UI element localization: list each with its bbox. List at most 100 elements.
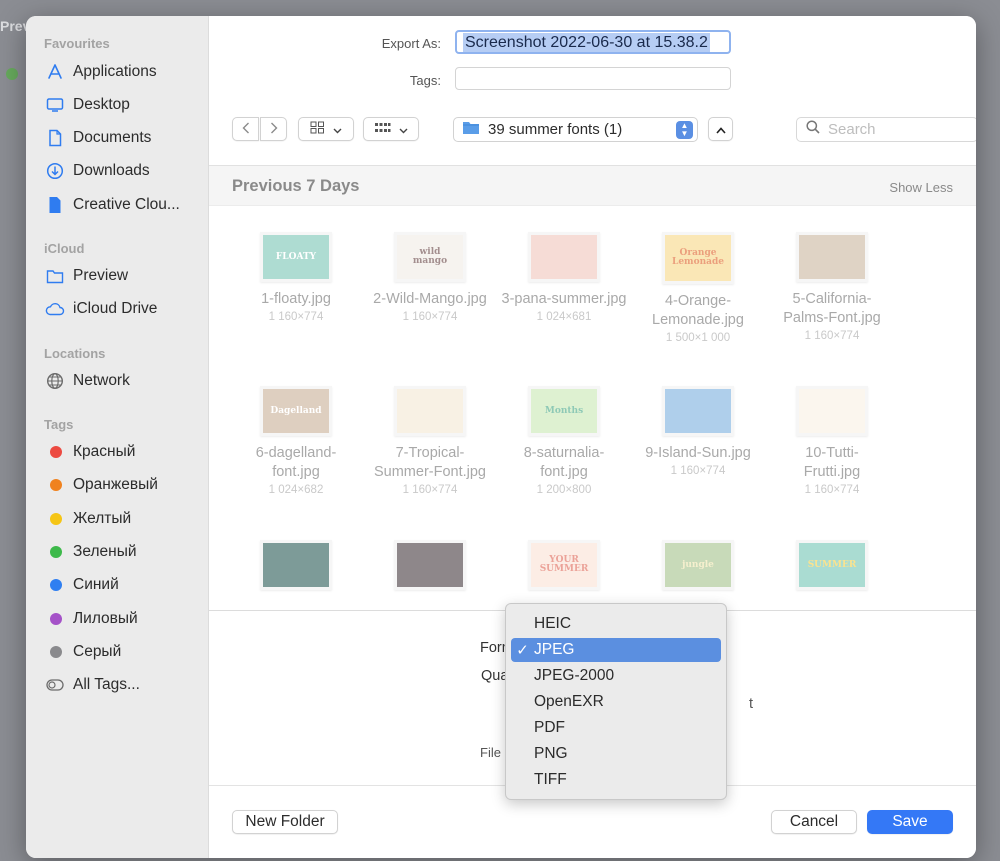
file-name: 9-Island-Sun.jpg xyxy=(645,445,751,461)
file-thumbnail: Orange Lemonade xyxy=(662,232,734,284)
sidebar-tag-blue[interactable]: Синий xyxy=(44,573,119,597)
checkmark-icon: ✓ xyxy=(516,642,529,659)
file-item[interactable]: Orange Lemonade 4-Orange- Lemonade.jpg 1 50… xyxy=(631,232,765,346)
back-button[interactable] xyxy=(232,117,259,141)
file-dimensions: 1 200×800 xyxy=(536,484,592,496)
forward-button[interactable] xyxy=(260,117,287,141)
location-popup[interactable]: 39 summer fonts (1) ▲ ▼ xyxy=(453,117,698,142)
format-option-pdf[interactable]: PDF xyxy=(511,716,721,740)
sidebar-item-label: Зеленый xyxy=(73,543,137,560)
hidden-partial-text: t xyxy=(749,696,754,712)
tag-color-dot xyxy=(50,446,62,458)
new-folder-button[interactable]: New Folder xyxy=(232,810,338,834)
sidebar-tag-yellow[interactable]: Желтый xyxy=(44,507,131,531)
sidebar-item-label: Лиловый xyxy=(73,610,138,627)
sidebar-heading-icloud: iCloud xyxy=(44,241,85,256)
sidebar-item-network[interactable]: Network xyxy=(44,369,130,393)
applications-icon xyxy=(44,61,66,83)
file-item[interactable]: FLOATY 1-floaty.jpg 1 160×774 xyxy=(229,232,363,325)
sidebar-item-preview[interactable]: Preview xyxy=(44,264,128,288)
globe-icon xyxy=(44,370,66,392)
format-option-jpeg-2000[interactable]: JPEG-2000 xyxy=(511,664,721,688)
folder-icon xyxy=(44,265,66,287)
sidebar-item-desktop[interactable]: Desktop xyxy=(44,93,130,117)
sidebar-item-all-tags[interactable]: All Tags... xyxy=(44,673,140,697)
sidebar-item-applications[interactable]: Applications xyxy=(44,60,157,84)
cancel-button[interactable]: Cancel xyxy=(771,810,857,834)
sidebar-tag-green[interactable]: Зеленый xyxy=(44,540,137,564)
file-thumbnail: jungle xyxy=(662,540,734,590)
sidebar-item-creative-cloud[interactable]: Creative Clou... xyxy=(44,193,180,217)
sidebar-tag-purple[interactable]: Лиловый xyxy=(44,607,138,631)
show-less-button[interactable]: Show Less xyxy=(889,180,953,195)
sidebar-item-documents[interactable]: Documents xyxy=(44,126,151,150)
sidebar-heading-tags: Tags xyxy=(44,417,74,432)
sidebar-item-icloud-drive[interactable]: iCloud Drive xyxy=(44,297,157,321)
file-item[interactable]: 10-Tutti- Frutti.jpg 1 160×774 xyxy=(765,386,899,498)
file-item[interactable]: YOUR SUMMER xyxy=(497,540,631,598)
tag-color-dot xyxy=(50,613,62,625)
file-item[interactable]: Dagelland 6-dagelland-font.jpg 1 024×682 xyxy=(229,386,363,498)
background-status-dot xyxy=(6,68,18,80)
chevron-right-icon xyxy=(270,122,278,137)
file-name: 5-California- Palms-Font.jpg xyxy=(783,291,881,326)
sidebar-item-label: Оранжевый xyxy=(73,476,158,493)
file-dimensions: 1 160×774 xyxy=(268,311,324,323)
menu-item-label: PDF xyxy=(534,719,565,736)
format-option-jpeg[interactable]: ✓ JPEG xyxy=(511,638,721,662)
tags-field[interactable] xyxy=(455,67,731,90)
file-thumbnail xyxy=(394,540,466,590)
format-option-tiff[interactable]: TIFF xyxy=(511,768,721,792)
thumbnail-caption: Months xyxy=(544,405,584,416)
file-item[interactable]: Months 8-saturnalia-font.jpg 1 200×800 xyxy=(497,386,631,498)
collapse-button[interactable] xyxy=(708,117,733,141)
file-item[interactable]: 9-Island-Sun.jpg 1 160×774 xyxy=(631,386,765,479)
search-field[interactable]: Search xyxy=(796,117,976,142)
group-by-button[interactable] xyxy=(363,117,419,141)
file-item[interactable] xyxy=(363,540,497,598)
file-item[interactable]: 5-California- Palms-Font.jpg 1 160×774 xyxy=(765,232,899,344)
sidebar-item-downloads[interactable]: Downloads xyxy=(44,159,150,183)
format-option-png[interactable]: PNG xyxy=(511,742,721,766)
tag-color-dot xyxy=(50,546,62,558)
file-thumbnail xyxy=(260,540,332,590)
sidebar-tag-orange[interactable]: Оранжевый xyxy=(44,473,158,497)
file-thumbnail xyxy=(528,232,600,282)
file-name: 4-Orange- Lemonade.jpg xyxy=(652,293,744,328)
tag-color-dot xyxy=(50,513,62,525)
file-item[interactable]: jungle xyxy=(631,540,765,598)
export-dialog: Favourites Applications Desktop Document… xyxy=(26,16,976,858)
format-option-openexr[interactable]: OpenEXR xyxy=(511,690,721,714)
export-as-field[interactable]: Screenshot 2022-06-30 at 15.38.2 xyxy=(455,30,731,54)
thumbnail-caption: Orange Lemonade xyxy=(672,248,724,267)
thumbnail-caption: jungle xyxy=(682,559,714,570)
file-thumbnail xyxy=(394,386,466,436)
desktop-icon xyxy=(44,94,66,116)
file-thumbnail: FLOATY xyxy=(260,232,332,282)
file-item[interactable]: 3-pana-summer.jpg 1 024×681 xyxy=(497,232,631,325)
sidebar-item-label: Creative Clou... xyxy=(73,196,180,213)
format-dropdown-menu: HEIC ✓ JPEG JPEG-2000 OpenEXR PDF PNG TIF… xyxy=(505,603,727,800)
tag-color-dot xyxy=(50,646,62,658)
save-button[interactable]: Save xyxy=(867,810,953,834)
file-dimensions: 1 160×774 xyxy=(402,484,458,496)
sidebar: Favourites Applications Desktop Document… xyxy=(26,16,209,858)
sidebar-item-label: Красный xyxy=(73,443,136,460)
sidebar-heading-locations: Locations xyxy=(44,346,106,361)
file-item[interactable]: wild mango 2-Wild-Mango.jpg 1 160×774 xyxy=(363,232,497,325)
search-icon xyxy=(806,120,820,139)
file-name: 10-Tutti- Frutti.jpg xyxy=(803,445,861,480)
file-item[interactable] xyxy=(229,540,363,598)
menu-item-label: PNG xyxy=(534,745,568,762)
file-dimensions: 1 160×774 xyxy=(804,330,860,342)
sidebar-tag-gray[interactable]: Серый xyxy=(44,640,121,664)
view-mode-button[interactable] xyxy=(298,117,354,141)
thumbnail-caption: FLOATY xyxy=(275,251,317,262)
up-down-arrows-icon: ▲ ▼ xyxy=(676,121,693,139)
sidebar-tag-red[interactable]: Красный xyxy=(44,440,135,464)
format-option-heic[interactable]: HEIC xyxy=(511,612,721,636)
tags-label: Tags: xyxy=(409,73,441,88)
file-item[interactable]: SUMMER xyxy=(765,540,899,598)
file-item[interactable]: 7-Tropical- Summer-Font.jpg 1 160×774 xyxy=(363,386,497,498)
thumbnail-caption: SUMMER xyxy=(807,559,857,570)
